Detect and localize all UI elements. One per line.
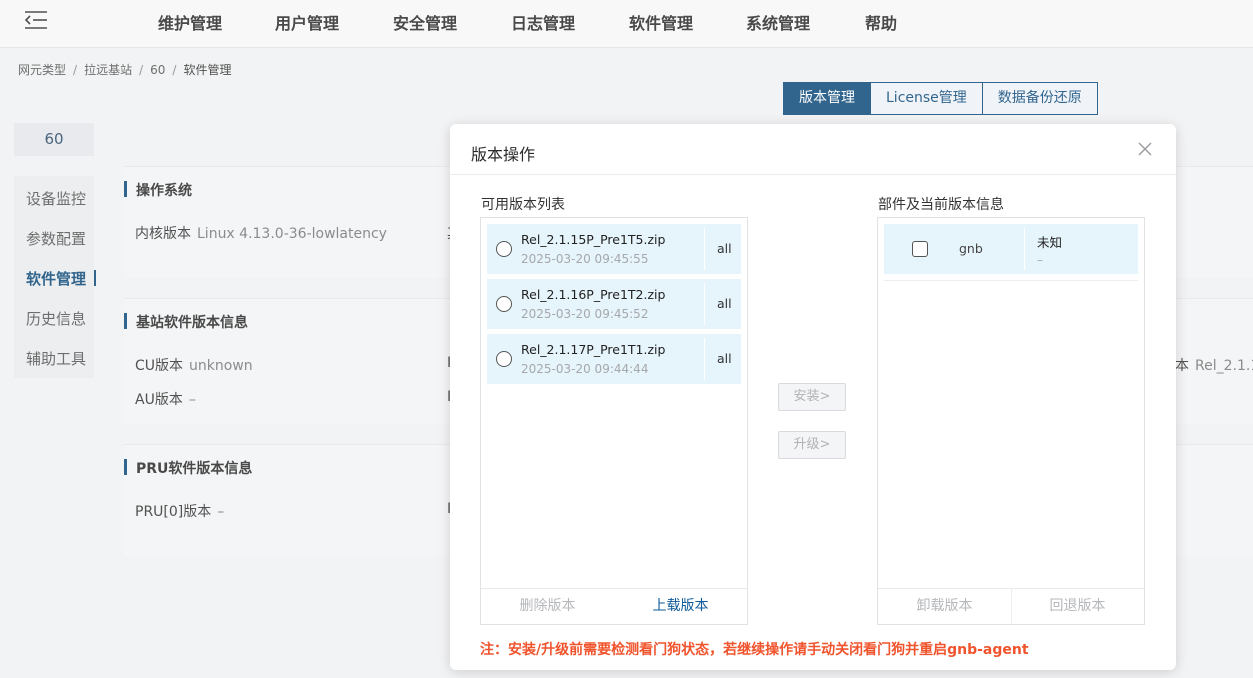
version-time: 2025-03-20 09:45:52 [521, 307, 649, 321]
upload-version-button[interactable]: 上载版本 [614, 589, 747, 624]
list-item[interactable]: Rel_2.1.17P_Pre1T1.zip 2025-03-20 09:44:… [487, 334, 741, 384]
table-row[interactable]: gnb 未知 – [884, 224, 1138, 274]
version-scope: all [717, 296, 732, 311]
dialog-divider [450, 174, 1176, 175]
list-item[interactable]: Rel_2.1.15P_Pre1T5.zip 2025-03-20 09:45:… [487, 224, 741, 274]
upgrade-button[interactable]: 升级> [778, 431, 846, 459]
watchdog-warning-note: 注：安装/升级前需要检测看门狗状态，若继续操作请手动关闭看门狗并重启gnb-ag… [480, 642, 1029, 658]
version-name: Rel_2.1.16P_Pre1T2.zip [521, 287, 666, 302]
available-versions-panel: Rel_2.1.15P_Pre1T5.zip 2025-03-20 09:45:… [480, 217, 748, 625]
component-name: gnb [959, 241, 983, 256]
components-label: 部件及当前版本信息 [878, 197, 1004, 213]
components-footer: 卸载版本 回退版本 [878, 588, 1144, 624]
uninstall-version-button[interactable]: 卸载版本 [878, 589, 1011, 624]
version-name: Rel_2.1.17P_Pre1T1.zip [521, 342, 666, 357]
close-icon[interactable] [1136, 140, 1154, 158]
column-divider [1024, 228, 1025, 270]
version-time: 2025-03-20 09:45:55 [521, 252, 649, 266]
version-radio[interactable] [496, 296, 512, 312]
column-divider [704, 283, 705, 325]
column-divider [704, 228, 705, 270]
version-scope: all [717, 351, 732, 366]
version-operation-dialog: 版本操作 可用版本列表 部件及当前版本信息 Rel_2.1.15P_Pre1T5… [450, 124, 1176, 670]
components-panel: gnb 未知 – 卸载版本 回退版本 [877, 217, 1145, 625]
dialog-title: 版本操作 [471, 145, 536, 164]
list-item[interactable]: Rel_2.1.16P_Pre1T2.zip 2025-03-20 09:45:… [487, 279, 741, 329]
version-time: 2025-03-20 09:44:44 [521, 362, 649, 376]
delete-version-button[interactable]: 删除版本 [481, 589, 614, 624]
component-version-state: 未知 [1037, 235, 1063, 250]
row-divider [884, 280, 1138, 281]
rollback-version-button[interactable]: 回退版本 [1011, 589, 1144, 624]
install-button[interactable]: 安装> [778, 383, 846, 411]
version-scope: all [717, 241, 732, 256]
available-versions-label: 可用版本列表 [481, 197, 565, 213]
component-version-sub: – [1037, 253, 1043, 267]
column-divider [704, 338, 705, 380]
version-radio[interactable] [496, 351, 512, 367]
available-versions-footer: 删除版本 上载版本 [481, 588, 747, 624]
version-name: Rel_2.1.15P_Pre1T5.zip [521, 232, 666, 247]
component-checkbox[interactable] [912, 241, 928, 257]
version-radio[interactable] [496, 241, 512, 257]
